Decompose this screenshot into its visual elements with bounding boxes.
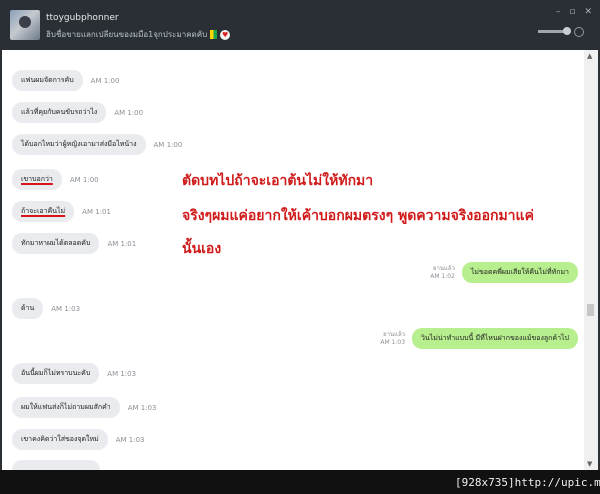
message-time: AM 1:02	[430, 272, 455, 280]
message-bubble-partial[interactable]	[12, 460, 100, 470]
message-time: AM 1:00	[114, 108, 144, 117]
message-time: AM 1:01	[107, 239, 137, 248]
message-row: ยานแล้ว AM 1:03 วินไม่น่าทำแบบนี้ มีที่ไ…	[380, 328, 578, 349]
status-message: ฮิบชื่อขายแลกเปลียนของมมือ1จุกประมาคดคับ…	[46, 28, 231, 41]
annotation-line-2: จริงๆผมแค่อยากให้เค้าบอกผมตรงๆ พูดความจร…	[182, 208, 534, 224]
message-bubble[interactable]: เขาบอกว่า	[12, 169, 62, 190]
message-meta: ยานแล้ว AM 1:03	[380, 331, 405, 347]
chat-header: ttoygubphonner ฮิบชื่อขายแลกเปลียนของมมื…	[0, 0, 600, 50]
message-time: AM 1:03	[127, 403, 157, 412]
message-row: ทักมาหาผมได้ตลอดคับ AM 1:01	[12, 233, 136, 254]
scrollbar[interactable]: ▲ ▼	[584, 50, 598, 470]
read-receipt: ยานแล้ว	[383, 330, 406, 338]
message-bubble[interactable]: ผมให้แฟนส่งก็ไม่ถามผมสักคำ	[12, 397, 120, 418]
avatar[interactable]	[10, 10, 40, 40]
message-bubble[interactable]: วินไม่น่าทำแบบนี้ มีที่ไหนฝากของแม้ของลู…	[412, 328, 578, 349]
message-row: ด้าน AM 1:03	[12, 298, 80, 319]
message-row: ถ้าจะเอาคืนไม่ AM 1:01	[12, 201, 111, 222]
message-time: AM 1:03	[51, 304, 81, 313]
message-bubble[interactable]: แฟนผมจัดการคับ	[12, 70, 83, 91]
message-bubble[interactable]: แล้วที่คุยกับคนขับรถว่าไง	[12, 102, 107, 123]
volume-slider[interactable]	[538, 27, 571, 35]
message-bubble[interactable]: ได้บอกไหมว่าผู้หญิงเอามาส่งมือไหน้าง	[12, 134, 146, 155]
message-row: ยานแล้ว AM 1:02 ไม่ขอดคพี่ผมเสียให้คืนไม…	[430, 262, 578, 283]
beginner-badge-icon	[210, 30, 218, 39]
message-time: AM 1:00	[69, 175, 99, 184]
message-time: AM 1:01	[82, 207, 111, 216]
annotation-line-1: ตัดบทไปถ้าจะเอาต้นไม่ให้ทักมา	[182, 173, 374, 189]
message-time: AM 1:03	[380, 338, 406, 346]
minimize-button[interactable]: –	[556, 7, 561, 17]
message-row: เขาคงคิดว่าใส่ของจุดใหม่ AM 1:03	[12, 429, 144, 450]
status-text: ฮิบชื่อขายแลกเปลียนของมมือ1จุกประมาคดคับ	[46, 30, 208, 39]
message-bubble[interactable]: เขาคงคิดว่าใส่ของจุดใหม่	[12, 429, 108, 450]
window-controls: – ▫ ✕	[556, 7, 592, 17]
message-bubble[interactable]: ไม่ขอดคพี่ผมเสียให้คืนไม่ที่ทักมา	[461, 262, 578, 283]
message-time: AM 1:03	[115, 435, 145, 444]
message-bubble[interactable]: อันนี้ผมก็ไม่ทราบนะคับ	[12, 363, 100, 384]
message-list[interactable]: แฟนผมจัดการคับ AM 1:00 แล้วที่คุยกับคนขั…	[2, 50, 584, 470]
settings-icon[interactable]	[574, 27, 584, 37]
scroll-down-icon[interactable]: ▼	[587, 460, 592, 468]
message-row: ผมให้แฟนส่งก็ไม่ถามผมสักคำ AM 1:03	[12, 397, 156, 418]
message-meta: ยานแล้ว AM 1:02	[430, 265, 455, 281]
message-row: เขาบอกว่า AM 1:00	[12, 169, 99, 190]
read-receipt: ยานแล้ว	[432, 264, 455, 272]
message-bubble[interactable]: ทักมาหาผมได้ตลอดคับ	[12, 233, 100, 254]
message-time: AM 1:03	[107, 369, 137, 378]
maximize-button[interactable]: ▫	[569, 7, 575, 17]
emoticon-icon: ♥	[220, 29, 231, 40]
contact-name: ttoygubphonner	[46, 13, 119, 23]
message-bubble[interactable]: ถ้าจะเอาคืนไม่	[12, 201, 75, 222]
volume-knob[interactable]	[562, 27, 571, 35]
message-row: อันนี้ผมก็ไม่ทราบนะคับ AM 1:03	[12, 363, 136, 384]
chat-window: ttoygubphonner ฮิบชื่อขายแลกเปลียนของมมื…	[0, 0, 600, 470]
watermark: [928x735]http://upic.me/	[455, 476, 600, 489]
message-row	[12, 460, 100, 470]
scrollbar-thumb[interactable]	[587, 304, 594, 316]
message-row: แฟนผมจัดการคับ AM 1:00	[12, 70, 119, 91]
message-row: ได้บอกไหมว่าผู้หญิงเอามาส่งมือไหน้าง AM …	[12, 134, 182, 155]
message-row: แล้วที่คุยกับคนขับรถว่าไง AM 1:00	[12, 102, 143, 123]
annotation-line-3: นั้นเอง	[182, 241, 222, 257]
message-bubble[interactable]: ด้าน	[12, 298, 44, 319]
message-time: AM 1:00	[153, 140, 183, 149]
close-button[interactable]: ✕	[584, 7, 592, 17]
message-time: AM 1:00	[90, 76, 120, 85]
scroll-up-icon[interactable]: ▲	[587, 52, 592, 60]
